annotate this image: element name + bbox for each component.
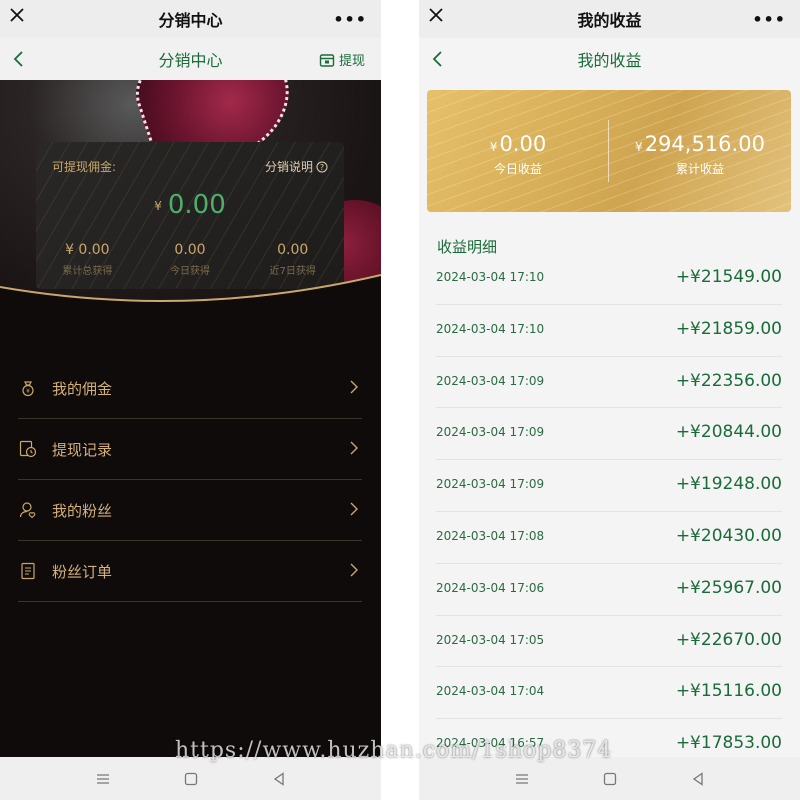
total-label: 累计收益 (675, 162, 724, 176)
record-amount: +¥22670.00 (675, 629, 782, 650)
order-icon (18, 561, 38, 581)
chevron-right-icon (350, 441, 358, 455)
chevron-right-icon (350, 502, 358, 516)
system-nav-bar (419, 757, 800, 800)
record-date: 2024-03-04 17:04 (436, 684, 545, 699)
menu-list: ¥ 我的佣金 提现记录 我的粉丝 粉丝订单 (18, 358, 362, 602)
list-item: 2024-03-04 17:10 +¥21859.00 (436, 305, 782, 357)
page-title: 我的收益 (577, 51, 642, 70)
record-amount: +¥25967.00 (675, 577, 782, 598)
menu-label: 我的佣金 (52, 379, 113, 398)
menu-item-my-commission[interactable]: ¥ 我的佣金 (18, 358, 362, 419)
currency-symbol: ¥ (154, 198, 162, 213)
wallet-icon (319, 53, 335, 67)
chevron-right-icon (350, 380, 358, 394)
distribution-center-screen: 分销中心 ••• 分销中心 提现 可提现佣金: 分销说明 ? ¥0.00 ¥ 0… (0, 0, 381, 800)
menu-item-my-fans[interactable]: 我的粉丝 (18, 480, 362, 541)
menu-label: 提现记录 (52, 440, 113, 459)
list-item: 2024-03-04 17:09 +¥19248.00 (436, 460, 782, 512)
list-item: 2024-03-04 17:09 +¥22356.00 (436, 357, 782, 409)
record-amount: +¥17853.00 (675, 733, 782, 754)
withdrawable-label: 可提现佣金: (52, 160, 117, 174)
list-item: 2024-03-04 17:04 +¥15116.00 (436, 667, 782, 720)
close-icon[interactable] (10, 8, 24, 22)
home-icon[interactable] (182, 771, 200, 787)
topbar-title: 我的收益 (577, 11, 642, 30)
record-date: 2024-03-04 17:09 (436, 477, 545, 492)
gold-swoosh-decoration (0, 274, 381, 325)
topbar-title: 分销中心 (158, 11, 223, 30)
today-value: 0.00 (499, 132, 547, 156)
list-item: 2024-03-04 17:08 +¥20430.00 (436, 512, 782, 564)
withdrawable-amount: ¥0.00 (36, 190, 344, 220)
list-item: 2024-03-04 17:06 +¥25967.00 (436, 564, 782, 616)
menu-label: 我的粉丝 (52, 501, 113, 520)
help-icon: ? (316, 161, 328, 172)
system-nav-bar (0, 757, 381, 800)
list-item: 2024-03-04 17:09 +¥20844.00 (436, 408, 782, 461)
wechat-topbar: 分销中心 ••• (0, 0, 381, 38)
history-icon (18, 439, 38, 459)
back-icon[interactable] (270, 771, 288, 787)
wechat-topbar: 我的收益 ••• (419, 0, 800, 38)
earnings-list: 2024-03-04 17:10 +¥21549.00 2024-03-04 17… (436, 253, 782, 771)
record-date: 2024-03-04 17:09 (436, 425, 545, 440)
more-icon[interactable]: ••• (752, 10, 786, 29)
record-amount: +¥20844.00 (675, 422, 782, 443)
stat-value: 0.00 (174, 242, 206, 258)
svg-text:¥: ¥ (26, 388, 30, 395)
record-amount: +¥19248.00 (675, 474, 782, 495)
withdraw-label: 提现 (338, 54, 365, 69)
record-amount: +¥21549.00 (675, 267, 782, 287)
record-amount: +¥20430.00 (675, 525, 782, 546)
record-date: 2024-03-04 17:05 (436, 632, 545, 647)
record-date: 2024-03-04 17:08 (436, 528, 545, 543)
list-item: 2024-03-04 17:05 +¥22670.00 (436, 616, 782, 668)
back-arrow-icon[interactable] (12, 50, 26, 68)
list-item: 2024-03-04 17:10 +¥21549.00 (436, 253, 782, 305)
chevron-right-icon (350, 563, 358, 577)
watermark-text: https://www.huzhan.com/1shop8374 (175, 738, 613, 763)
stat-value: 0.00 (277, 242, 309, 258)
record-amount: +¥21859.00 (675, 318, 782, 339)
record-date: 2024-03-04 17:10 (436, 321, 545, 336)
record-date: 2024-03-04 17:06 (436, 580, 545, 595)
explain-label: 分销说明 (264, 160, 313, 174)
my-earnings-screen: 我的收益 ••• 我的收益 ¥0.00 今日收益 ¥294,516.00 累计收… (419, 0, 800, 800)
record-amount: +¥15116.00 (675, 681, 782, 702)
menu-item-fan-orders[interactable]: 粉丝订单 (18, 541, 362, 602)
currency-symbol: ¥ (635, 140, 643, 154)
money-bag-icon: ¥ (18, 378, 38, 398)
earnings-summary-card: ¥0.00 今日收益 ¥294,516.00 累计收益 (427, 90, 791, 212)
currency-symbol: ¥ (489, 140, 498, 154)
record-date: 2024-03-04 17:10 (436, 270, 545, 284)
withdraw-button[interactable]: 提现 (319, 50, 365, 69)
svg-text:?: ? (320, 163, 324, 172)
amount-value: 0.00 (167, 190, 226, 220)
menu-label: 粉丝订单 (52, 562, 113, 581)
total-earnings: ¥294,516.00 累计收益 (609, 132, 791, 177)
stat-value: ¥ 0.00 (65, 242, 110, 258)
more-icon[interactable]: ••• (333, 10, 367, 29)
back-arrow-icon[interactable] (431, 50, 445, 68)
fans-icon (18, 500, 38, 520)
total-value: 294,516.00 (644, 132, 765, 156)
menu-icon[interactable] (513, 771, 531, 787)
record-amount: +¥22356.00 (675, 370, 782, 391)
today-label: 今日收益 (493, 162, 542, 176)
record-date: 2024-03-04 17:09 (436, 373, 545, 388)
home-icon[interactable] (601, 771, 619, 787)
page-title: 分销中心 (158, 51, 223, 70)
close-icon[interactable] (429, 8, 443, 22)
menu-icon[interactable] (94, 771, 112, 787)
back-icon[interactable] (689, 771, 707, 787)
explain-link[interactable]: 分销说明 ? (265, 158, 328, 175)
nav-bar: 我的收益 (419, 38, 800, 80)
menu-item-withdraw-history[interactable]: 提现记录 (18, 419, 362, 480)
today-earnings: ¥0.00 今日收益 (427, 132, 609, 177)
